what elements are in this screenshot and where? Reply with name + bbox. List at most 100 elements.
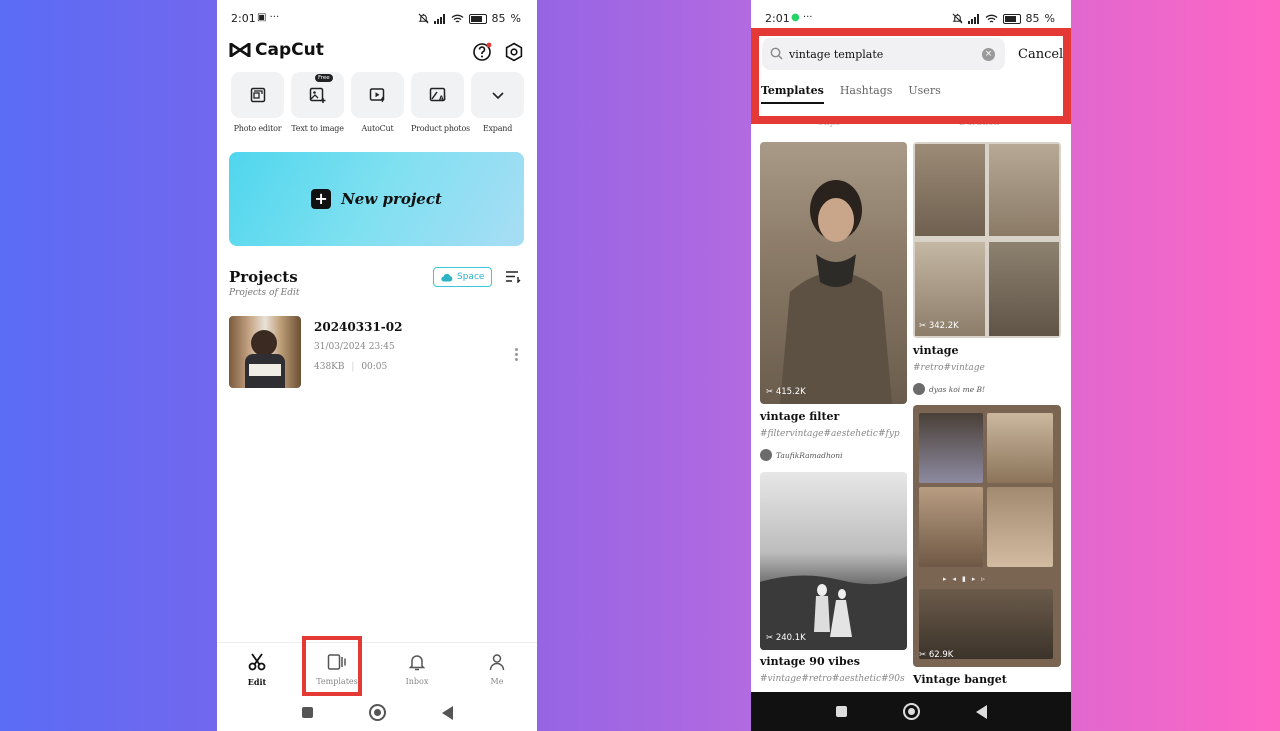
tool-label: Expand	[482, 124, 513, 133]
template-title[interactable]: Vintage banget	[913, 673, 1007, 686]
signal-icon	[967, 13, 979, 24]
scissors-icon	[248, 653, 266, 671]
author-name: dyas koi me B!	[929, 384, 986, 394]
battery-level: 85	[1025, 12, 1040, 25]
recent-apps-icon[interactable]	[835, 706, 847, 717]
home-icon[interactable]	[368, 704, 386, 721]
template-title[interactable]: vintage filter	[760, 410, 839, 423]
template-title[interactable]: vintage 90 vibes	[760, 655, 860, 668]
template-card-thumbnail[interactable]: ✂ 415.2K	[760, 142, 907, 404]
nav-label: Inbox	[405, 677, 429, 686]
back-icon[interactable]	[975, 704, 987, 719]
collage-tile	[987, 487, 1053, 567]
wifi-icon	[451, 14, 463, 23]
status-indicators: 85%	[418, 12, 521, 25]
settings-icon[interactable]	[504, 42, 524, 62]
nav-edit[interactable]: Edit	[217, 643, 297, 693]
free-badge: Free	[315, 74, 333, 82]
whatsapp-icon: ●	[791, 12, 800, 23]
status-time: 2:01	[231, 12, 256, 25]
template-card-thumbnail[interactable]: ▸◂▮▸▹ ✂ 62.9K	[913, 405, 1061, 667]
tool-label: AutoCut	[361, 124, 394, 133]
usage-count: ✂ 240.1K	[766, 633, 806, 643]
tool-text-to-image-box: Free	[291, 72, 344, 118]
tool-product-photos[interactable]: AI Product photos	[411, 72, 470, 133]
tool-expand[interactable]: Expand	[471, 72, 524, 133]
tool-autocut-box	[351, 72, 404, 118]
tool-text-to-image[interactable]: Free Text to image	[291, 72, 344, 133]
help-icon[interactable]	[472, 42, 492, 62]
bottom-navigation: Edit Templates Inbox Me	[217, 642, 537, 693]
template-card-thumbnail[interactable]: ✂ 342.2K	[913, 142, 1061, 338]
portrait-figure-illustration	[780, 180, 892, 404]
thumbnail-book-shape	[249, 364, 281, 376]
template-hashtags[interactable]: #filtervintage#aestehetic#fyp	[760, 429, 900, 439]
collage-tile	[919, 487, 983, 567]
author-name: TaufikRamadhoni	[776, 450, 843, 460]
template-title[interactable]: vintage	[913, 344, 958, 357]
new-project-label: New project	[341, 190, 442, 208]
percent-sign-icon: %	[510, 12, 521, 25]
space-button[interactable]: Space	[433, 267, 493, 287]
new-project-button[interactable]: + New project	[229, 152, 524, 246]
collage-tile	[919, 589, 1053, 659]
project-list-item[interactable]: 20240331-02 31/03/2024 23:45 438KB | 00:…	[229, 316, 525, 390]
sort-list-icon[interactable]	[505, 270, 521, 283]
tool-autocut[interactable]: AutoCut	[351, 72, 404, 133]
nav-inbox[interactable]: Inbox	[377, 643, 457, 693]
nav-label: Edit	[247, 677, 267, 687]
search-header-highlight-box	[751, 28, 1071, 124]
mute-icon	[418, 13, 429, 24]
usage-count-value: 62.9K	[928, 650, 954, 660]
avatar	[913, 383, 925, 395]
player-controls: ▸◂▮▸▹	[943, 575, 991, 583]
project-thumbnail	[229, 316, 301, 388]
meta-divider: |	[351, 362, 355, 372]
autocut-icon	[369, 88, 385, 103]
template-search-screen: 2:01 ● ··· 85% Clips ▾ Duration ▾ × Canc…	[751, 0, 1071, 731]
usage-count: ✂ 342.2K	[919, 321, 959, 331]
bell-icon	[408, 655, 426, 671]
nav-label: Me	[490, 677, 504, 686]
recent-apps-icon[interactable]	[301, 707, 313, 718]
tool-expand-box	[471, 72, 524, 118]
battery-icon	[1002, 13, 1021, 24]
usage-count-value: 415.2K	[775, 387, 806, 397]
template-author[interactable]: dyas koi me B!	[913, 383, 985, 395]
projects-title: Projects	[229, 268, 298, 286]
project-duration: 00:05	[361, 362, 388, 372]
percent-sign-icon: %	[1044, 12, 1055, 25]
project-date: 31/03/2024 23:45	[314, 342, 395, 352]
chevron-down-icon	[491, 92, 504, 100]
template-hashtags[interactable]: #vintage#retro#aesthetic#90s	[760, 674, 905, 684]
usage-count: ✂ 62.9K	[919, 650, 954, 660]
tool-label: Photo editor	[233, 124, 282, 133]
capcut-home-screen: 2:01 ▣ ··· 85% CapCut Photo editor Free …	[217, 0, 537, 731]
thumbnail-head-shape	[251, 330, 277, 356]
tool-photo-editor[interactable]: Photo editor	[231, 72, 284, 133]
home-icon[interactable]	[902, 703, 920, 720]
template-card-thumbnail[interactable]: ✂ 240.1K	[760, 472, 907, 650]
more-options-icon[interactable]	[515, 346, 519, 363]
collage-tile	[919, 413, 983, 483]
collage-tile	[989, 242, 1059, 336]
tool-product-photos-box: AI	[411, 72, 464, 118]
tool-photo-editor-box	[231, 72, 284, 118]
usage-count-value: 240.1K	[775, 633, 806, 643]
battery-icon	[468, 13, 487, 24]
template-hashtags[interactable]: #retro#vintage	[913, 363, 985, 373]
tool-label: Text to image	[291, 124, 344, 133]
photo-editor-icon	[250, 87, 265, 103]
tool-shortcuts: Photo editor Free Text to image AutoCut …	[231, 72, 524, 133]
notification-icons: ▣ ···	[257, 12, 280, 23]
usage-count: ✂ 415.2K	[766, 387, 806, 397]
collage-tile	[915, 144, 985, 236]
avatar	[760, 449, 772, 461]
status-time: 2:01	[765, 12, 790, 25]
back-icon[interactable]	[441, 705, 453, 720]
product-photos-icon: AI	[429, 87, 445, 102]
capcut-logo-icon	[229, 42, 251, 58]
nav-me[interactable]: Me	[457, 643, 537, 693]
couple-silhouette-illustration	[760, 575, 907, 650]
template-author[interactable]: TaufikRamadhoni	[760, 449, 843, 461]
